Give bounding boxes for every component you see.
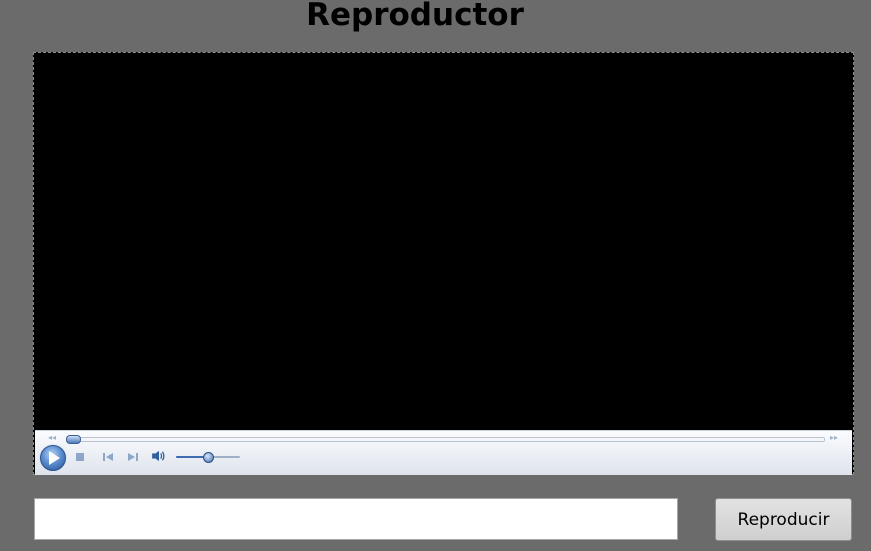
volume-slider-thumb[interactable]	[203, 452, 214, 463]
seek-bar[interactable]	[67, 437, 825, 442]
fast-forward-icon[interactable]: ▸▸	[830, 433, 838, 443]
skip-next-icon[interactable]	[126, 451, 140, 463]
page-title: Reproductor	[306, 0, 524, 33]
skip-previous-icon[interactable]	[101, 451, 115, 463]
play-button[interactable]	[40, 445, 66, 471]
media-url-input[interactable]	[34, 498, 678, 540]
seek-row: ◂◂ ▸▸	[35, 433, 852, 444]
video-display[interactable]	[34, 53, 853, 430]
play-icon	[49, 451, 60, 465]
player-controls-bar: ◂◂ ▸▸	[35, 430, 852, 475]
rewind-icon[interactable]: ◂◂	[48, 433, 56, 443]
speaker-icon[interactable]	[150, 450, 168, 462]
media-player[interactable]: ◂◂ ▸▸	[33, 52, 854, 475]
page: Reproductor ◂◂ ▸▸ Reproducir	[0, 0, 871, 551]
stop-icon[interactable]	[75, 451, 85, 463]
player-buttons	[35, 445, 852, 473]
seek-thumb[interactable]	[66, 435, 81, 444]
reproducir-button[interactable]: Reproducir	[715, 498, 852, 541]
